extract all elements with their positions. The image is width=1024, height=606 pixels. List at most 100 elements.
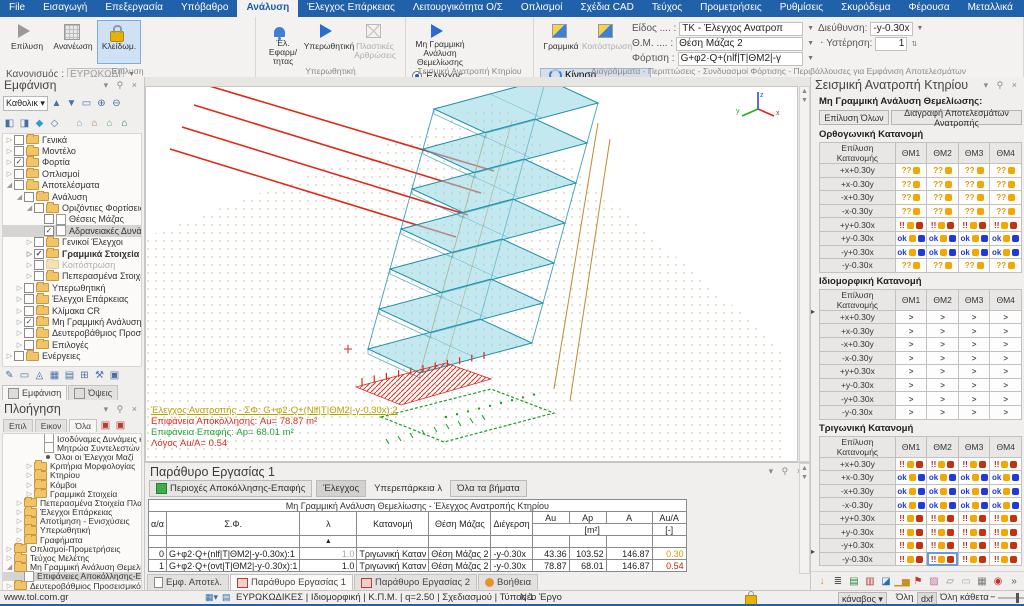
grid-icon[interactable]: ▦ (976, 575, 988, 587)
status-cell[interactable]: !! (990, 539, 1022, 553)
status-cell[interactable]: > (927, 337, 959, 351)
direction-button[interactable]: -y+0.30x (820, 392, 896, 406)
plus-grid-icon[interactable]: ⊞ (78, 369, 91, 382)
direction-button[interactable]: -y-0.30x (820, 405, 896, 419)
collapsed-icon[interactable]: ▷ (15, 341, 24, 349)
fit-view-button-2[interactable]: Όλη (940, 592, 957, 603)
tree-checkbox[interactable] (24, 328, 34, 338)
workspace-vertical-scrollbar[interactable]: ▲▼ (799, 463, 810, 574)
status-cell[interactable]: > (990, 337, 1022, 351)
status-cell[interactable]: > (895, 324, 927, 338)
status-cell[interactable]: > (927, 378, 959, 392)
applicability-button[interactable]: Έλ. Εφαρμ/τητας (261, 20, 305, 64)
up-arrow-icon[interactable]: ▲ (50, 97, 63, 110)
tree-checkbox[interactable] (14, 180, 24, 190)
status-cell[interactable]: > (927, 324, 959, 338)
status-cell[interactable]: > (895, 405, 927, 419)
expanded-icon[interactable]: ◢ (5, 563, 14, 571)
status-cell[interactable]: ok (895, 484, 927, 498)
model-viewport[interactable]: zxy Έλεγχος Ανατροπής - ΣΦ: G+φ2·Q+(Nlf|… (145, 86, 798, 462)
tree-checkbox[interactable] (34, 260, 44, 270)
frame-icon[interactable]: ▭ (18, 369, 31, 382)
zoom-in-icon[interactable]: ⊕ (95, 97, 108, 110)
direction-button[interactable]: +x+0.30y (820, 310, 896, 324)
status-cell[interactable]: ?? (895, 177, 927, 191)
tree-checkbox[interactable] (24, 306, 34, 316)
tree-checkbox[interactable]: ✓ (14, 157, 24, 167)
status-cell[interactable]: ?? (958, 191, 990, 205)
tree-checkbox[interactable] (24, 294, 34, 304)
collapsed-icon[interactable]: ▷ (5, 170, 14, 178)
view-solid-icon[interactable]: ◆ (33, 117, 46, 130)
filter-cell[interactable]: ▲ (300, 536, 357, 548)
color-wheel-icon[interactable]: ◉ (992, 575, 1004, 587)
flag-icon[interactable]: ⚑ (912, 575, 924, 587)
status-cell[interactable]: ?? (990, 177, 1022, 191)
status-cell[interactable]: ok (895, 231, 927, 245)
status-cell[interactable]: !! (958, 539, 990, 553)
status-cell[interactable]: > (958, 392, 990, 406)
status-cell[interactable]: !! (895, 539, 927, 553)
collapsed-icon[interactable]: ▷ (15, 329, 24, 337)
collapsed-icon[interactable]: ▷ (15, 295, 24, 303)
collapsed-icon[interactable]: ▷ (25, 261, 34, 269)
status-cell[interactable]: ok (958, 231, 990, 245)
status-cell[interactable]: > (958, 351, 990, 365)
status-cell[interactable]: !! (958, 552, 990, 566)
chart-icon[interactable]: ◪ (880, 575, 892, 587)
collapsed-icon[interactable]: ▷ (25, 481, 34, 489)
status-cell[interactable]: > (990, 405, 1022, 419)
status-cell[interactable]: > (958, 365, 990, 379)
view-cube-1-icon[interactable]: ◧ (3, 117, 16, 130)
status-cell[interactable]: !! (895, 552, 927, 566)
tree-item[interactable]: ✓Αδρανειακές Δυνάμεις (3, 225, 141, 236)
collapsed-icon[interactable]: ▷ (15, 499, 24, 507)
filter-cell[interactable] (167, 536, 300, 548)
field-value[interactable]: G+φ2·Q+(nlf|Τ|ΘΜ2|-γ (678, 52, 804, 66)
refresh-button[interactable]: Ανανέωση (51, 20, 95, 64)
tree-item[interactable]: ▷Δευτεροβάθμιος Προσεισμικός Έ... (3, 328, 141, 339)
doc-icon[interactable]: ▱ (944, 575, 956, 587)
nonlinear-foundation-button[interactable]: Μη Γραμμική Ανάλυση Θεμελίωσης (411, 20, 469, 64)
delete-results-button[interactable]: Διαγραφή Αποτελεσμάτων Ανατροπής (891, 110, 1022, 125)
status-cell[interactable]: !! (927, 457, 959, 471)
collapsed-icon[interactable]: ▷ (5, 545, 14, 553)
status-cell[interactable]: > (927, 351, 959, 365)
tree-checkbox[interactable]: ✓ (24, 317, 34, 327)
status-cell[interactable]: ?? (927, 164, 959, 178)
collapsed-icon[interactable]: ▷ (15, 526, 24, 534)
field-value[interactable]: Θέση Μάζας 2 (676, 37, 803, 51)
status-cell[interactable]: > (927, 365, 959, 379)
status-cell[interactable]: !! (927, 525, 959, 539)
tree-item[interactable]: ▷✓Φορτία (3, 157, 141, 168)
collapsed-icon[interactable]: ▷ (25, 462, 34, 470)
column-header[interactable]: Θέση Μάζας (429, 512, 491, 536)
status-cell[interactable]: ok (990, 231, 1022, 245)
status-cell[interactable]: !! (958, 457, 990, 471)
tree-checkbox[interactable] (24, 340, 34, 350)
tree-item[interactable]: ▷Οπλισμοί (3, 168, 141, 179)
status-cell[interactable]: ?? (927, 191, 959, 205)
bar-chart-icon[interactable]: ▁▅ (896, 575, 908, 587)
direction-button[interactable]: -y+0.30x (820, 539, 896, 553)
direction-button[interactable]: +x-0.30y (820, 177, 896, 191)
lock-button[interactable]: Κλείδωμ. (97, 20, 141, 64)
status-cell[interactable]: > (895, 351, 927, 365)
direction-button[interactable]: +y-0.30x (820, 378, 896, 392)
building-view-2-icon[interactable]: ⌂ (88, 117, 101, 130)
filter-cell[interactable] (652, 536, 686, 548)
status-cell[interactable]: ok (990, 498, 1022, 512)
column-header[interactable]: Κατανομή (357, 512, 429, 536)
column-header[interactable]: Σ.Φ. (167, 512, 300, 536)
tree-checkbox[interactable] (24, 192, 34, 202)
workspace-tab[interactable]: Παράθυρο Εργασίας 1 (230, 574, 353, 590)
direction-button[interactable]: -x-0.30y (820, 498, 896, 512)
status-cell[interactable]: > (990, 392, 1022, 406)
direction-button[interactable]: +x+0.30y (820, 164, 896, 178)
direction-button[interactable]: +y+0.30x (820, 218, 896, 232)
panel-controls[interactable]: ▾ ⚲ × (104, 80, 140, 91)
status-cell[interactable]: > (990, 365, 1022, 379)
menu-tab-analysi[interactable]: Ανάλυση (237, 0, 298, 17)
filter-cell[interactable] (532, 536, 569, 548)
filter-cell[interactable] (149, 536, 167, 548)
